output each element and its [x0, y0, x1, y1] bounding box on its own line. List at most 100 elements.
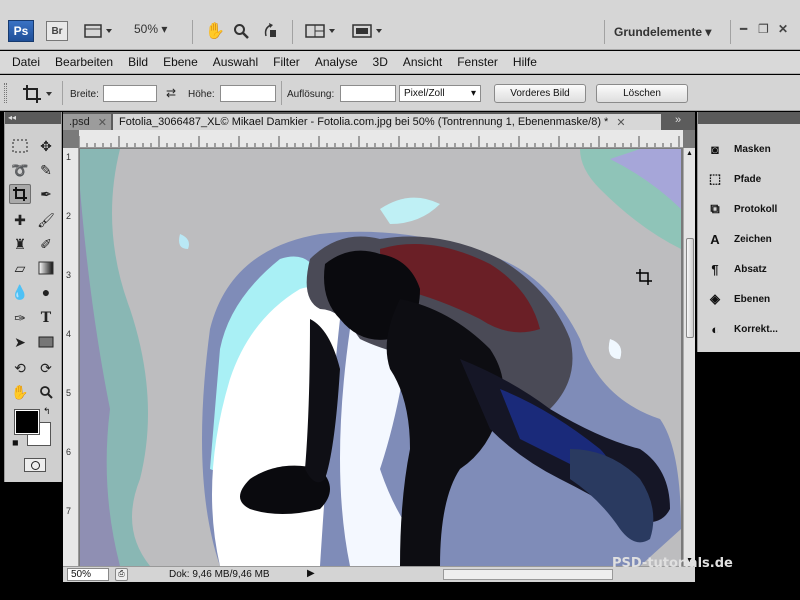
panel-item-label: Korrekt...: [734, 323, 778, 335]
crop-tool-icon[interactable]: [9, 184, 31, 204]
restore-icon[interactable]: ❐: [758, 22, 769, 36]
divider: [604, 20, 605, 44]
type-tool-icon[interactable]: T: [35, 308, 57, 328]
panel-item-korrekt[interactable]: ◐ Korrekt...: [706, 319, 778, 339]
menu-datei[interactable]: Datei: [12, 55, 40, 69]
scrollbar-thumb[interactable]: [686, 238, 694, 338]
menu-3d[interactable]: 3D: [373, 55, 388, 69]
gradient-tool-icon[interactable]: [35, 258, 57, 278]
zoom-level-dropdown[interactable]: 50% ▾: [134, 22, 167, 36]
paths-icon: ⬚: [708, 171, 722, 186]
screen-mode-button[interactable]: [352, 21, 386, 41]
clear-button[interactable]: Löschen: [596, 84, 688, 103]
3d-rotate-tool-icon[interactable]: ⟲: [9, 358, 31, 378]
panel-item-pfade[interactable]: ⬚ Pfade: [706, 169, 761, 189]
paragraph-icon: ¶: [711, 261, 719, 277]
menu-hilfe[interactable]: Hilfe: [513, 55, 537, 69]
close-icon[interactable]: ✕: [98, 116, 107, 129]
panel-item-ebenen[interactable]: ◈ Ebenen: [706, 289, 770, 309]
menu-auswahl[interactable]: Auswahl: [213, 55, 258, 69]
eyedropper-tool-icon[interactable]: ✒: [35, 184, 57, 204]
collapsed-panels-dock: ◙ Masken ⬚ Pfade ⧉ Protokoll A Zeichen ¶ Absatz ◈ E…: [697, 112, 800, 352]
tool-preset-picker[interactable]: [22, 84, 56, 107]
panel-collapse-icon[interactable]: ◂◂: [5, 112, 61, 124]
eraser-tool-icon[interactable]: ▱: [9, 258, 31, 278]
arrange-documents-button[interactable]: [305, 21, 339, 41]
photoshop-logo[interactable]: Ps: [8, 20, 34, 42]
status-zoom-input[interactable]: 50%: [67, 568, 109, 581]
history-brush-tool-icon[interactable]: ✐: [35, 234, 57, 254]
dodge-tool-icon[interactable]: ●: [35, 282, 57, 302]
bridge-button[interactable]: Br: [46, 21, 68, 41]
menu-analyse[interactable]: Analyse: [315, 55, 358, 69]
tab-label: Fotolia_3066487_XL© Mikael Damkier - Fot…: [119, 116, 609, 128]
brush-tool-icon[interactable]: 🖌: [35, 210, 57, 230]
ruler-label: 5: [66, 388, 72, 398]
foreground-color-swatch[interactable]: [14, 409, 40, 435]
resolution-input[interactable]: [340, 85, 396, 102]
quick-selection-tool-icon[interactable]: ✎: [35, 160, 57, 180]
clone-stamp-tool-icon[interactable]: ♜: [9, 234, 31, 254]
swap-dimensions-icon[interactable]: ⇄: [166, 86, 176, 100]
quick-mask-button[interactable]: [24, 458, 46, 472]
more-tabs-icon[interactable]: »: [675, 114, 681, 126]
horizontal-scrollbar[interactable]: [443, 569, 613, 580]
menu-filter[interactable]: Filter: [273, 55, 300, 69]
layers-icon: ◈: [710, 291, 720, 306]
close-icon[interactable]: ✕: [778, 22, 788, 36]
hand-tool-icon[interactable]: ✋: [205, 21, 225, 41]
pen-tool-icon[interactable]: ✑: [9, 308, 31, 328]
swap-colors-icon[interactable]: ↰: [43, 406, 51, 417]
view-extras-button[interactable]: [84, 21, 114, 41]
mask-icon: ◙: [711, 141, 719, 157]
panel-item-absatz[interactable]: ¶ Absatz: [706, 259, 766, 279]
path-selection-tool-icon[interactable]: ➤: [9, 332, 31, 352]
grip-handle[interactable]: [4, 83, 7, 103]
quick-mask-icon: [30, 460, 40, 470]
healing-brush-tool-icon[interactable]: ✚: [9, 210, 31, 230]
blur-tool-icon[interactable]: 💧: [9, 282, 31, 302]
tab-active-document[interactable]: Fotolia_3066487_XL© Mikael Damkier - Fot…: [113, 114, 661, 130]
marquee-tool-icon[interactable]: [9, 136, 31, 156]
workspace-switcher[interactable]: Grundelemente ▾: [614, 25, 711, 39]
menu-ansicht[interactable]: Ansicht: [403, 55, 442, 69]
3d-orbit-tool-icon[interactable]: ⟳: [35, 358, 57, 378]
zoom-tool-icon[interactable]: [233, 21, 249, 41]
default-colors-icon[interactable]: ◼: [12, 438, 19, 447]
front-image-button[interactable]: Vorderes Bild: [494, 84, 586, 103]
tab-label: .psd: [69, 116, 90, 128]
document-size-info: Dok: 9,46 MB/9,46 MB: [169, 569, 270, 580]
resolution-unit-select[interactable]: Pixel/Zoll ▾: [399, 85, 481, 102]
menu-ebene[interactable]: Ebene: [163, 55, 198, 69]
width-input[interactable]: [103, 85, 157, 102]
menu-bar: Datei Bearbeiten Bild Ebene Auswahl Filt…: [0, 51, 800, 74]
scroll-up-icon[interactable]: ▲: [686, 150, 693, 157]
zoom-tool-icon[interactable]: [35, 382, 57, 402]
rotate-view-icon[interactable]: [262, 21, 280, 41]
panel-dock-header[interactable]: [698, 112, 800, 124]
menu-fenster[interactable]: Fenster: [457, 55, 498, 69]
panel-item-masken[interactable]: ◙ Masken: [706, 139, 771, 159]
tab-psd-document[interactable]: .psd ✕: [63, 114, 111, 130]
panel-item-protokoll[interactable]: ⧉ Protokoll: [706, 199, 777, 219]
menu-bild[interactable]: Bild: [128, 55, 148, 69]
lasso-tool-icon[interactable]: ➰: [9, 160, 31, 180]
ruler-label: 2: [66, 211, 72, 221]
status-menu-arrow-icon[interactable]: ▶: [307, 568, 315, 579]
ruler-label: 1: [66, 152, 72, 162]
panel-item-zeichen[interactable]: A Zeichen: [706, 229, 772, 249]
horizontal-ruler[interactable]: [79, 130, 683, 148]
height-input[interactable]: [220, 85, 276, 102]
vertical-scrollbar[interactable]: ▲ ▼: [683, 148, 695, 566]
image-canvas[interactable]: [80, 149, 681, 566]
move-tool-icon[interactable]: ✥: [35, 136, 57, 156]
menu-bearbeiten[interactable]: Bearbeiten: [55, 55, 113, 69]
chevron-down-icon: ▾: [470, 88, 476, 99]
status-options-icon[interactable]: ⎙: [115, 568, 128, 581]
shape-tool-icon[interactable]: [35, 332, 57, 352]
hand-tool-icon[interactable]: ✋: [9, 382, 31, 402]
minimize-icon[interactable]: ━: [740, 22, 747, 36]
chevron-down-icon: ▾: [705, 25, 712, 39]
close-icon[interactable]: ✕: [616, 116, 625, 129]
vertical-ruler[interactable]: 1 2 3 4 5 6 7: [63, 148, 79, 566]
